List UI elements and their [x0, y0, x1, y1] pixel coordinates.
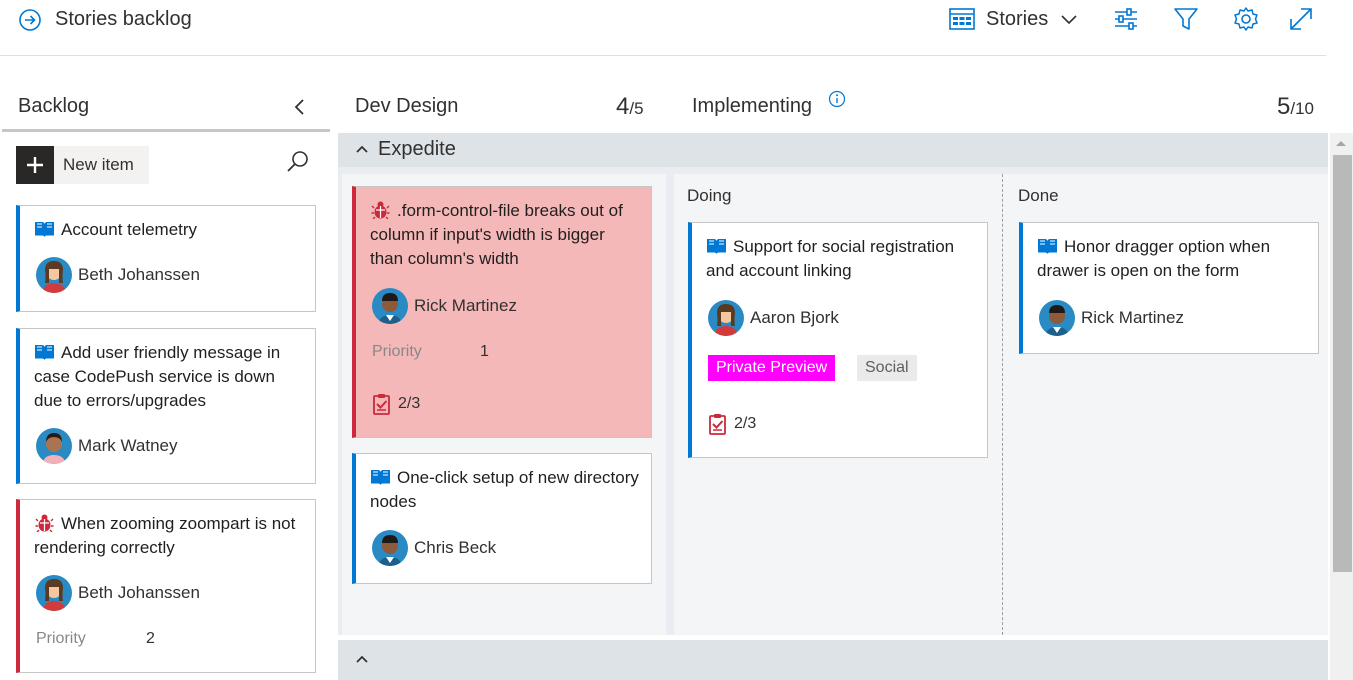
card-title: When zooming zoompart is not rendering c… — [34, 514, 296, 557]
assignee[interactable]: Beth Johanssen — [36, 575, 200, 611]
avatar — [36, 257, 72, 293]
chevron-up-icon[interactable] — [354, 651, 370, 667]
search-icon[interactable] — [284, 148, 312, 176]
chevron-left-icon[interactable] — [290, 96, 310, 118]
wip-limit: /10 — [1290, 99, 1314, 118]
assignee-name: Mark Watney — [78, 436, 178, 455]
column-title-implementing: Implementing — [692, 95, 813, 117]
page-title: Stories backlog — [55, 8, 192, 30]
filter-icon[interactable] — [1172, 5, 1200, 33]
task-progress[interactable]: 2/3 — [708, 413, 756, 435]
assignee[interactable]: Mark Watney — [36, 428, 178, 464]
backlog-card[interactable]: Account telemetry Beth Johanssen — [16, 205, 316, 312]
swimlane-header-default[interactable] — [338, 640, 1328, 680]
task-count: 2/3 — [734, 415, 757, 432]
assignee-name: Beth Johanssen — [78, 265, 200, 284]
card-title: .form-control-file breaks out of column … — [370, 201, 623, 268]
work-item-card[interactable]: .form-control-file breaks out of column … — [352, 186, 652, 438]
tag-social[interactable]: Social — [857, 355, 917, 381]
assignee-name: Chris Beck — [414, 538, 497, 557]
wip-limit: /5 — [629, 99, 644, 118]
avatar — [372, 530, 408, 566]
backlog-title: Backlog — [18, 95, 90, 117]
wip-current: 5 — [1277, 93, 1291, 120]
priority-value: 1 — [480, 343, 489, 360]
bug-icon — [34, 514, 55, 532]
board-icon[interactable] — [949, 8, 975, 30]
swimlane-title: Expedite — [378, 138, 456, 160]
scroll-up-arrow-icon[interactable] — [1334, 138, 1348, 148]
backlog-divider — [2, 129, 330, 132]
task-count: 2/3 — [398, 395, 421, 412]
task-checklist-icon — [708, 413, 728, 435]
story-icon — [706, 237, 727, 255]
chevron-up-icon[interactable] — [354, 141, 370, 157]
assignee[interactable]: Rick Martinez — [372, 288, 517, 324]
assignee[interactable]: Rick Martinez — [1039, 300, 1184, 336]
wip-count-implementing: 5/10 — [1277, 93, 1314, 121]
work-item-card[interactable]: Support for social registration and acco… — [688, 222, 988, 458]
new-item-button[interactable]: New item — [16, 146, 149, 184]
wip-current: 4 — [616, 93, 630, 120]
assignee[interactable]: Beth Johanssen — [36, 257, 200, 293]
subcolumn-title-doing: Doing — [687, 186, 732, 205]
priority-value: 2 — [146, 630, 155, 647]
settings-sliders-icon[interactable] — [1112, 5, 1140, 33]
chevron-down-icon[interactable] — [1059, 10, 1079, 30]
backlog-card[interactable]: Add user friendly message in case CodePu… — [16, 328, 316, 484]
gear-icon[interactable] — [1232, 5, 1260, 33]
subcolumn-title-done: Done — [1018, 186, 1059, 205]
back-arrow-icon[interactable] — [18, 8, 42, 32]
bug-icon — [370, 201, 391, 219]
avatar — [36, 575, 72, 611]
plus-icon — [16, 146, 54, 184]
card-title: Support for social registration and acco… — [706, 237, 955, 280]
top-bar: Stories backlog Stories — [0, 0, 1326, 56]
assignee-name: Aaron Bjork — [750, 308, 839, 327]
priority-label: Priority — [372, 343, 422, 360]
avatar — [36, 428, 72, 464]
wip-count-dev-design: 4/5 — [616, 93, 644, 121]
work-item-card[interactable]: One-click setup of new directory nodes C… — [352, 453, 652, 584]
scrollbar-thumb[interactable] — [1333, 155, 1352, 572]
story-icon — [34, 343, 55, 361]
work-item-card[interactable]: Honor dragger option when drawer is open… — [1019, 222, 1319, 354]
task-progress[interactable]: 2/3 — [372, 393, 420, 415]
backlog-card[interactable]: When zooming zoompart is not rendering c… — [16, 499, 316, 673]
card-title: Add user friendly message in case CodePu… — [34, 343, 281, 410]
column-split-divider — [1002, 174, 1003, 635]
priority-label: Priority — [36, 630, 86, 647]
swimlane-header[interactable] — [338, 133, 1328, 167]
board-selector[interactable]: Stories — [986, 8, 1048, 31]
task-checklist-icon — [372, 393, 392, 415]
card-title: Honor dragger option when drawer is open… — [1037, 237, 1271, 280]
avatar — [1039, 300, 1075, 336]
info-icon[interactable] — [828, 90, 846, 108]
avatar — [708, 300, 744, 336]
story-icon — [34, 220, 55, 238]
new-item-label: New item — [63, 155, 134, 174]
card-title: Account telemetry — [61, 220, 198, 239]
assignee-name: Beth Johanssen — [78, 583, 200, 602]
assignee-name: Rick Martinez — [1081, 308, 1184, 327]
card-title: One-click setup of new directory nodes — [370, 468, 639, 511]
expand-icon[interactable] — [1287, 5, 1315, 33]
avatar — [372, 288, 408, 324]
story-icon — [370, 468, 391, 486]
assignee-name: Rick Martinez — [414, 296, 517, 315]
assignee[interactable]: Chris Beck — [372, 530, 496, 566]
tag-private-preview[interactable]: Private Preview — [708, 355, 836, 381]
assignee[interactable]: Aaron Bjork — [708, 300, 839, 336]
column-title-dev-design: Dev Design — [355, 95, 459, 117]
story-icon — [1037, 237, 1058, 255]
